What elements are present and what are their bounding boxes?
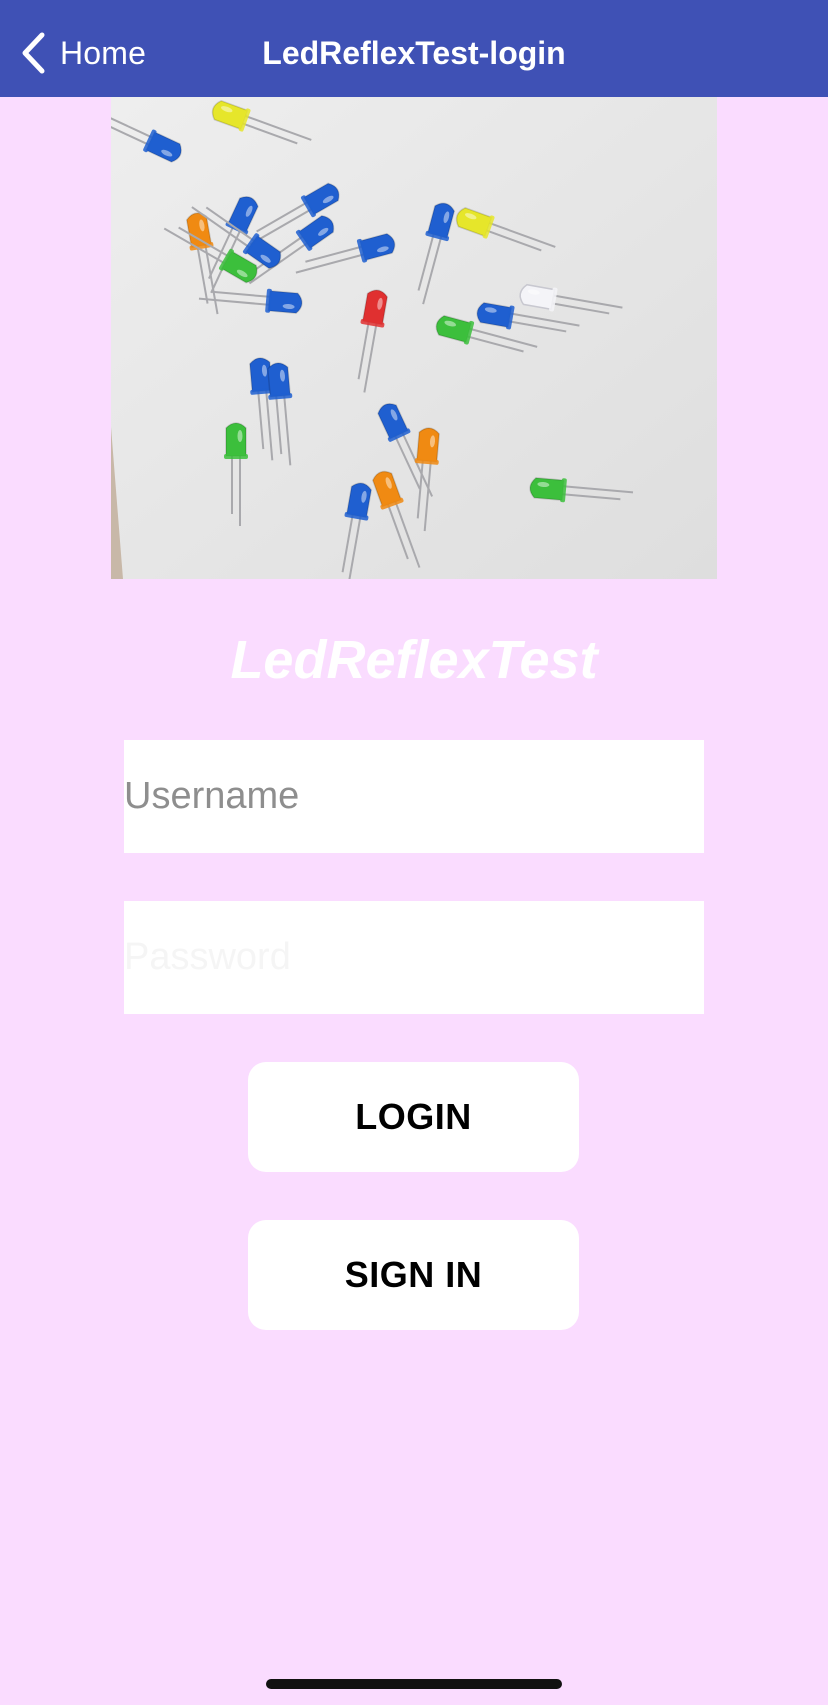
app-name-heading: LedReflexTest — [230, 630, 598, 690]
led-photo-graphic — [84, 97, 717, 586]
home-indicator — [266, 1679, 562, 1689]
login-screen: Home LedReflexTest-login LedReflexTest L… — [0, 0, 828, 1705]
password-input[interactable] — [124, 901, 704, 1014]
navigation-bar: Home LedReflexTest-login — [0, 0, 828, 97]
login-button[interactable]: LOGIN — [248, 1062, 579, 1172]
sign-in-button[interactable]: SIGN IN — [248, 1220, 579, 1330]
sign-in-button-label: SIGN IN — [344, 1254, 483, 1295]
photo-surface — [111, 97, 717, 579]
led-photo — [84, 97, 717, 586]
login-button-label: LOGIN — [355, 1096, 472, 1137]
username-input[interactable] — [124, 740, 704, 853]
page-title: LedReflexTest-login — [262, 35, 566, 71]
